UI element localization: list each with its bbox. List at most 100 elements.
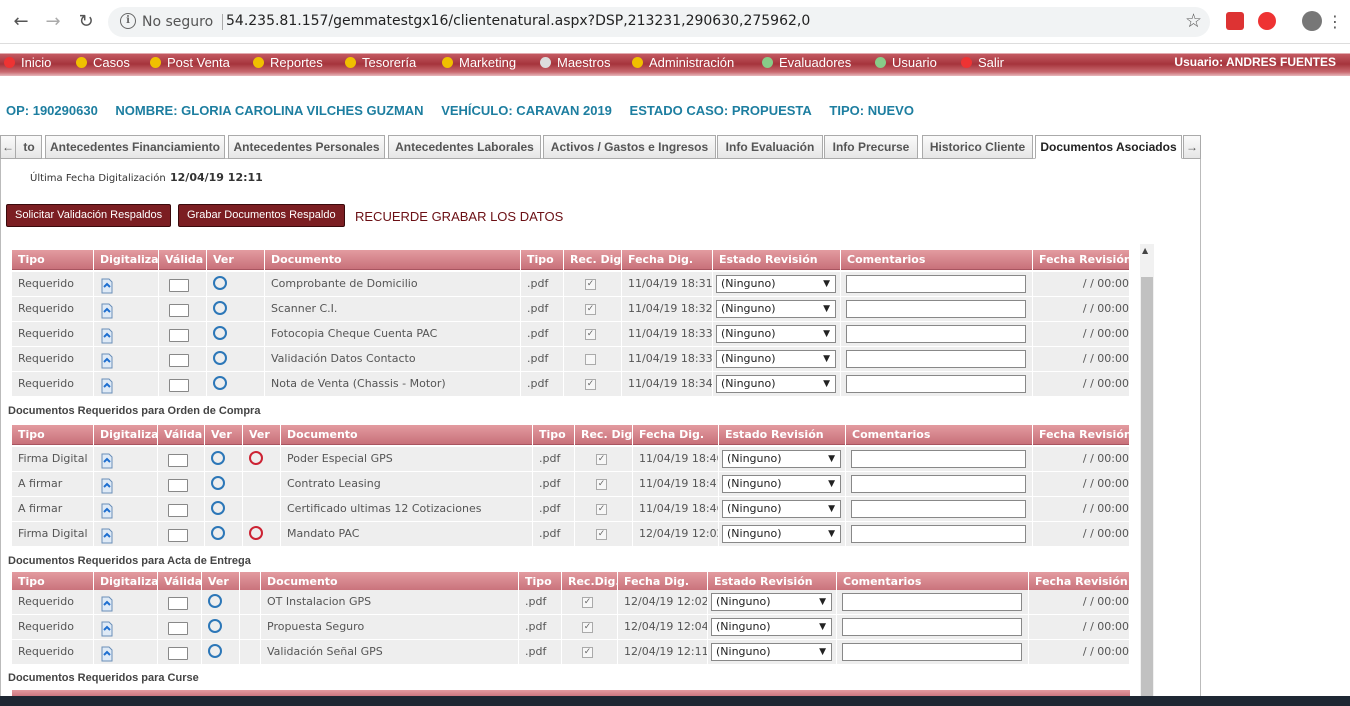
view-magnifier-icon[interactable] (213, 326, 227, 340)
comment-input[interactable] (846, 325, 1026, 343)
info-icon[interactable]: i (120, 13, 136, 29)
view-magnifier-icon[interactable] (208, 594, 222, 608)
upload-icon[interactable] (100, 646, 114, 662)
view-magnifier-icon[interactable] (211, 476, 225, 490)
rec-dig-checkbox[interactable]: ✓ (596, 529, 607, 540)
view-magnifier-icon[interactable] (213, 276, 227, 290)
comment-input[interactable] (842, 643, 1022, 661)
upload-icon[interactable] (100, 528, 114, 544)
browser-menu-icon[interactable]: ⋮ (1322, 9, 1348, 35)
folder-icon[interactable] (169, 279, 189, 292)
estado-select[interactable]: (Ninguno) ▼ (716, 275, 836, 293)
comment-input[interactable] (851, 450, 1026, 468)
rec-dig-checkbox[interactable]: ✓ (585, 329, 596, 340)
upload-icon[interactable] (100, 596, 114, 612)
rec-dig-checkbox[interactable]: ✓ (596, 504, 607, 515)
tab-scroll-left-icon[interactable]: ← (0, 135, 16, 159)
comment-input[interactable] (846, 275, 1026, 293)
comment-input[interactable] (851, 525, 1026, 543)
folder-icon[interactable] (168, 529, 188, 542)
upload-icon[interactable] (100, 453, 114, 469)
upload-icon[interactable] (100, 378, 114, 394)
estado-select[interactable]: (Ninguno) ▼ (722, 475, 841, 493)
tab-7[interactable]: Historico Cliente (922, 135, 1033, 159)
view-magnifier-icon[interactable] (208, 619, 222, 633)
comment-input[interactable] (851, 500, 1026, 518)
menu-item-6[interactable]: Maestros (540, 55, 610, 70)
tab-6[interactable]: Info Precurse (824, 135, 918, 159)
comment-input[interactable] (842, 593, 1022, 611)
estado-select[interactable]: (Ninguno) ▼ (716, 325, 836, 343)
comment-input[interactable] (842, 618, 1022, 636)
menu-item-0[interactable]: Inicio (4, 55, 51, 70)
tab-scroll-right-icon[interactable]: → (1183, 135, 1201, 159)
save-documents-button[interactable]: Grabar Documentos Respaldo (178, 204, 345, 227)
menu-item-8[interactable]: Evaluadores (762, 55, 851, 70)
estado-select[interactable]: (Ninguno) ▼ (711, 618, 832, 636)
upload-icon[interactable] (100, 621, 114, 637)
tab-8[interactable]: Documentos Asociados (1035, 135, 1182, 159)
folder-icon[interactable] (169, 329, 189, 342)
scroll-thumb[interactable] (1141, 277, 1153, 706)
tab-5[interactable]: Info Evaluación (717, 135, 823, 159)
estado-select[interactable]: (Ninguno) ▼ (722, 525, 841, 543)
extension-icon[interactable] (1258, 12, 1276, 30)
folder-icon[interactable] (169, 304, 189, 317)
upload-icon[interactable] (100, 303, 114, 319)
upload-icon[interactable] (100, 503, 114, 519)
menu-item-10[interactable]: Salir (961, 55, 1004, 70)
profile-avatar[interactable] (1302, 11, 1322, 31)
menu-item-4[interactable]: Tesorería (345, 55, 416, 70)
vertical-scrollbar[interactable]: ▲ (1140, 244, 1154, 706)
rec-dig-checkbox[interactable]: ✓ (585, 304, 596, 315)
view-magnifier-icon[interactable] (213, 376, 227, 390)
rec-dig-checkbox[interactable]: ✓ (582, 597, 593, 608)
view-magnifier-icon[interactable] (208, 644, 222, 658)
upload-icon[interactable] (100, 353, 114, 369)
address-bar[interactable]: i No seguro 54.235.81.157/gemmatestgx16/… (108, 7, 1210, 37)
tab-4[interactable]: Activos / Gastos e Ingresos (543, 135, 716, 159)
forward-arrow-icon[interactable]: → (40, 9, 66, 35)
rec-dig-checkbox[interactable]: ✓ (596, 479, 607, 490)
folder-icon[interactable] (168, 622, 188, 635)
estado-select[interactable]: (Ninguno) ▼ (722, 500, 841, 518)
url-text[interactable]: 54.235.81.157/gemmatestgx16/clientenatur… (226, 13, 810, 29)
rec-dig-checkbox[interactable]: ✓ (582, 647, 593, 658)
estado-select[interactable]: (Ninguno) ▼ (711, 643, 832, 661)
request-validation-button[interactable]: Solicitar Validación Respaldos (6, 204, 172, 227)
estado-select[interactable]: (Ninguno) ▼ (711, 593, 832, 611)
view-magnifier-icon[interactable] (211, 526, 225, 540)
menu-item-1[interactable]: Casos (76, 55, 130, 70)
estado-select[interactable]: (Ninguno) ▼ (722, 450, 841, 468)
menu-item-2[interactable]: Post Venta (150, 55, 230, 70)
comment-input[interactable] (851, 475, 1026, 493)
menu-item-5[interactable]: Marketing (442, 55, 516, 70)
view-signed-magnifier-icon[interactable] (249, 451, 263, 465)
folder-icon[interactable] (168, 504, 188, 517)
bookmark-star-icon[interactable]: ☆ (1185, 10, 1202, 32)
folder-icon[interactable] (168, 479, 188, 492)
folder-icon[interactable] (168, 597, 188, 610)
view-signed-magnifier-icon[interactable] (249, 526, 263, 540)
folder-icon[interactable] (169, 354, 189, 367)
view-magnifier-icon[interactable] (213, 301, 227, 315)
scroll-up-icon[interactable]: ▲ (1142, 246, 1148, 255)
comment-input[interactable] (846, 350, 1026, 368)
rec-dig-checkbox[interactable]: ✓ (585, 379, 596, 390)
back-arrow-icon[interactable]: ← (8, 9, 34, 35)
folder-icon[interactable] (168, 647, 188, 660)
comment-input[interactable] (846, 300, 1026, 318)
menu-item-3[interactable]: Reportes (253, 55, 323, 70)
view-magnifier-icon[interactable] (211, 501, 225, 515)
reload-icon[interactable]: ↻ (73, 9, 99, 35)
pdf-extension-icon[interactable] (1226, 12, 1244, 30)
comment-input[interactable] (846, 375, 1026, 393)
view-magnifier-icon[interactable] (213, 351, 227, 365)
tab-1[interactable]: Antecedentes Financiamiento (45, 135, 225, 159)
rec-dig-checkbox[interactable]: ✓ (596, 454, 607, 465)
estado-select[interactable]: (Ninguno) ▼ (716, 300, 836, 318)
rec-dig-checkbox[interactable]: ✓ (585, 279, 596, 290)
rec-dig-checkbox[interactable]: ✓ (582, 622, 593, 633)
tab-2[interactable]: Antecedentes Personales (228, 135, 385, 159)
view-magnifier-icon[interactable] (211, 451, 225, 465)
